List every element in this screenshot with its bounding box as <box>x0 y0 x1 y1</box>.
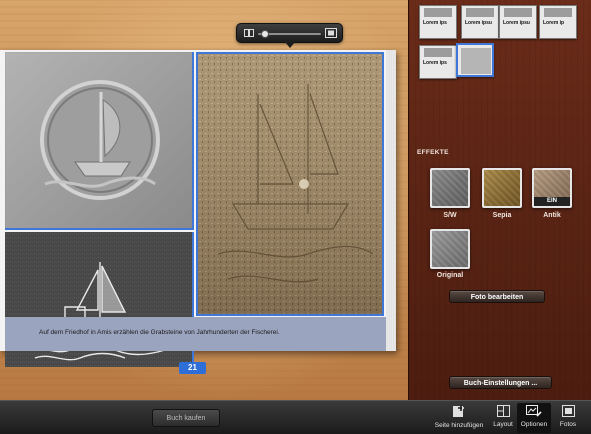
effect-sw-label[interactable]: S/W <box>420 212 480 219</box>
options-panel: Lorem ips Lorem ipsu Lorem ipsu Lorem ip… <box>408 0 591 400</box>
layout-photo-placeholder <box>504 8 532 17</box>
layout-thumb-5[interactable]: Lorem ips <box>419 45 457 79</box>
layout-photo-placeholder <box>461 48 491 74</box>
bottom-toolbar: Buch kaufen Seite hinzufügen Layout Opti… <box>0 400 591 434</box>
layout-icon <box>496 405 510 417</box>
add-page-tool[interactable]: Seite hinzufügen <box>428 405 490 429</box>
options-label: Optionen <box>520 421 548 428</box>
effect-on-badge: EIN <box>534 197 570 206</box>
photo-ship-relief[interactable] <box>5 52 194 230</box>
layout-photo-placeholder <box>424 48 452 57</box>
layout-thumb-3[interactable]: Lorem ipsu <box>499 5 537 39</box>
effect-antik-label[interactable]: Antik <box>522 212 582 219</box>
layout-photo-placeholder <box>466 8 494 17</box>
page-edge <box>386 50 396 351</box>
effect-original-swatch[interactable] <box>430 229 470 269</box>
buy-book-button[interactable]: Buch kaufen <box>152 409 220 427</box>
layout-thumb-label: Lorem ips <box>423 20 447 26</box>
layout-thumb-label: Lorem ip <box>543 20 565 26</box>
layout-photo-placeholder <box>424 8 452 17</box>
photo-sepia-relief[interactable] <box>196 52 384 316</box>
sepia-relief-image <box>198 54 382 314</box>
photos-label: Fotos <box>559 421 577 428</box>
caption-band[interactable]: Auf dem Friedhof in Amis erzählen die Gr… <box>5 317 386 351</box>
options-icon <box>526 405 542 417</box>
add-page-label: Seite hinzufügen <box>434 422 484 429</box>
page-caption[interactable]: Auf dem Friedhof in Amis erzählen die Gr… <box>39 329 280 336</box>
effect-texture <box>432 170 468 206</box>
effect-antik-swatch[interactable]: EIN <box>532 168 572 208</box>
layout-thumb-2[interactable]: Lorem ipsu <box>461 5 499 39</box>
effect-texture <box>484 170 520 206</box>
book-page[interactable]: Auf dem Friedhof in Amis erzählen die Gr… <box>0 50 396 367</box>
page-number-badge[interactable]: 21 <box>179 362 206 374</box>
effect-sepia-swatch[interactable] <box>482 168 522 208</box>
layout-photo-placeholder <box>544 8 572 17</box>
edit-photo-button[interactable]: Foto bearbeiten <box>449 290 545 303</box>
layout-thumb-1[interactable]: Lorem ips <box>419 5 457 39</box>
zoom-control <box>236 23 343 48</box>
options-tool[interactable]: Optionen <box>517 403 551 433</box>
zoom-slider[interactable] <box>258 30 321 38</box>
layout-thumb-4[interactable]: Lorem ip <box>539 5 577 39</box>
single-page-view-icon[interactable] <box>244 29 254 37</box>
zoom-slider-thumb[interactable] <box>260 30 269 38</box>
layout-thumb-6-selected[interactable] <box>456 43 494 77</box>
layout-thumb-label: Lorem ipsu <box>503 20 530 26</box>
photos-tool[interactable]: Fotos <box>556 405 580 428</box>
effect-sw-swatch[interactable] <box>430 168 470 208</box>
layout-thumb-label: Lorem ips <box>423 60 447 66</box>
effects-heading: EFFEKTE <box>417 149 449 156</box>
photos-icon <box>561 405 575 417</box>
full-page-view-icon[interactable] <box>325 28 337 38</box>
book-settings-button[interactable]: Buch-Einstellungen ... <box>449 376 552 389</box>
ship-relief-image <box>5 52 192 228</box>
layout-label: Layout <box>493 421 513 428</box>
effect-original-label[interactable]: Original <box>420 272 480 279</box>
add-page-icon <box>453 405 464 417</box>
layout-thumb-label: Lorem ipsu <box>465 20 492 26</box>
effect-texture <box>432 231 468 267</box>
layout-tool[interactable]: Layout <box>490 405 516 428</box>
book-canvas: Auf dem Friedhof in Amis erzählen die Gr… <box>0 0 408 400</box>
